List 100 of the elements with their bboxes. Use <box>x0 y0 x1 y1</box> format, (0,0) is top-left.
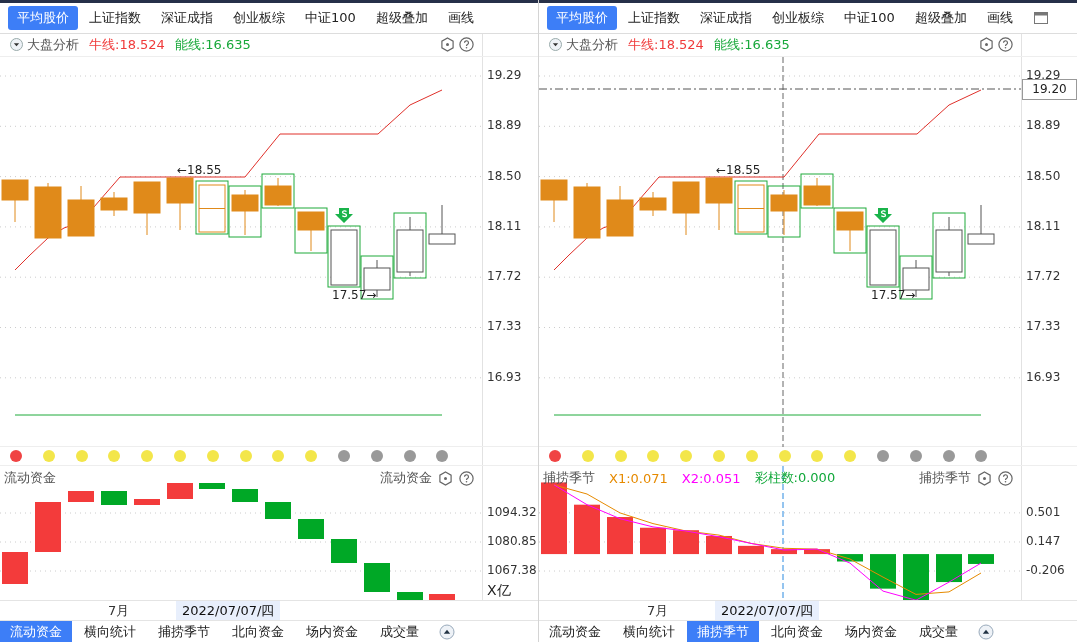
indicator-name: 流动资金 <box>380 469 432 488</box>
index-tab[interactable]: 中证100 <box>835 5 904 30</box>
indicator-tab[interactable]: 流动资金 <box>0 621 72 642</box>
indicator-name[interactable]: 大盘分析 <box>27 35 79 54</box>
axis-label: 16.93 <box>487 369 522 384</box>
axis-label: 18.11 <box>487 218 522 233</box>
candlestick <box>734 180 768 235</box>
dropdown-icon[interactable] <box>10 38 23 52</box>
indicator-tab[interactable]: 成交量 <box>909 621 968 642</box>
price-annotation: 17.57→ <box>871 287 916 302</box>
candlestick <box>573 182 601 239</box>
indicator-tab[interactable]: 捕捞季节 <box>148 621 220 642</box>
index-tab[interactable]: 超级叠加 <box>905 5 976 30</box>
chart-bar <box>2 552 28 585</box>
month-label: 7月 <box>108 602 130 621</box>
indicator-name[interactable]: 捕捞季节 <box>543 469 595 488</box>
chart-bar <box>134 499 160 506</box>
chart-bar <box>101 491 127 506</box>
candlestick <box>133 181 161 236</box>
index-tab[interactable]: 平均股价 <box>547 5 617 30</box>
price-annotation: ←18.55 <box>177 162 222 177</box>
dropdown-icon[interactable] <box>549 38 562 52</box>
expand-icon[interactable] <box>439 623 455 640</box>
help-icon[interactable] <box>459 37 474 53</box>
axis-label: 17.33 <box>1026 319 1061 334</box>
crosshair-price: 19.20 <box>1022 78 1077 100</box>
chart-bar <box>673 530 699 555</box>
indicator-tab[interactable]: 场内资金 <box>835 621 907 642</box>
axis-label: 18.89 <box>1026 118 1061 133</box>
help-icon[interactable] <box>998 37 1013 53</box>
chart-bar <box>298 519 324 540</box>
indicator-tab[interactable]: 捕捞季节 <box>687 621 759 642</box>
axis-label: 1080.85 <box>487 534 537 549</box>
axis-label: 19.29 <box>487 67 522 82</box>
candlestick <box>166 177 194 231</box>
candlestick <box>1 179 29 223</box>
indicator-tab[interactable]: 成交量 <box>370 621 429 642</box>
index-tab[interactable]: 中证100 <box>296 5 365 30</box>
legend-value: 彩柱数:0.000 <box>754 469 836 488</box>
candlestick <box>705 177 733 231</box>
index-tab[interactable]: 上证指数 <box>619 5 689 30</box>
axis-label: 0.147 <box>1026 534 1061 549</box>
help-icon[interactable] <box>459 470 474 486</box>
index-tab[interactable]: 深证成指 <box>691 5 761 30</box>
axis-label: 0.501 <box>1026 505 1061 520</box>
indicator-tab[interactable]: 横向统计 <box>74 621 146 642</box>
chart-bar <box>167 483 193 500</box>
indicator-name: 捕捞季节 <box>919 469 971 488</box>
settings-icon[interactable] <box>979 37 994 53</box>
axis-label: -0.206 <box>1026 563 1065 578</box>
candlestick <box>639 191 667 217</box>
axis-label: 17.72 <box>487 269 522 284</box>
help-icon[interactable] <box>998 470 1013 486</box>
index-tab[interactable]: 深证成指 <box>152 5 222 30</box>
axis-label: 18.50 <box>487 168 522 183</box>
settings-icon[interactable] <box>977 470 992 486</box>
index-tab[interactable]: 上证指数 <box>80 5 150 30</box>
settings-icon[interactable] <box>438 470 453 486</box>
chart-bar <box>574 504 600 555</box>
indicator-value: 牛线:18.524 <box>89 35 165 54</box>
sell-signal-icon <box>335 207 353 223</box>
candlestick <box>327 225 361 288</box>
candlestick <box>67 185 95 237</box>
sell-signal-icon <box>874 207 892 223</box>
indicator-tab[interactable]: 场内资金 <box>296 621 368 642</box>
axis-label: 18.89 <box>487 118 522 133</box>
indicator-tab[interactable]: 北向资金 <box>222 621 294 642</box>
chart-bar <box>68 491 94 503</box>
indicator-value: 能线:16.635 <box>713 35 790 54</box>
maximize-icon[interactable] <box>1033 11 1048 24</box>
chart-bar <box>640 528 666 555</box>
indicator-name[interactable]: 流动资金 <box>4 469 56 488</box>
candlestick <box>100 191 128 217</box>
legend-value: X2:0.051 <box>681 470 741 486</box>
axis-label: 1094.32 <box>487 505 537 520</box>
month-label: 7月 <box>647 602 669 621</box>
axis-label: 18.11 <box>1026 218 1061 233</box>
date-label: 2022/07/07/四 <box>715 601 820 621</box>
settings-icon[interactable] <box>440 37 455 53</box>
indicator-tab[interactable]: 横向统计 <box>613 621 685 642</box>
chart-bar <box>232 489 258 503</box>
index-tab[interactable]: 画线 <box>977 5 1022 30</box>
index-tab[interactable]: 平均股价 <box>8 5 78 30</box>
index-tab[interactable]: 画线 <box>438 5 483 30</box>
indicator-name[interactable]: 大盘分析 <box>566 35 618 54</box>
date-label: 2022/07/07/四 <box>176 601 281 621</box>
chart-bar <box>706 536 732 555</box>
candlestick <box>294 207 328 254</box>
expand-icon[interactable] <box>978 623 994 640</box>
chart-bar <box>738 546 764 555</box>
index-tab[interactable]: 超级叠加 <box>366 5 437 30</box>
axis-label: 17.33 <box>487 319 522 334</box>
index-tab[interactable]: 创业板综 <box>763 5 833 30</box>
axis-label: 16.93 <box>1026 369 1061 384</box>
candlestick <box>833 207 867 254</box>
indicator-tab[interactable]: 北向资金 <box>761 621 833 642</box>
indicator-tab[interactable]: 流动资金 <box>539 621 611 642</box>
index-tab[interactable]: 创业板综 <box>224 5 294 30</box>
chart-bar <box>870 554 896 589</box>
axis-label: 1067.38 <box>487 563 537 578</box>
